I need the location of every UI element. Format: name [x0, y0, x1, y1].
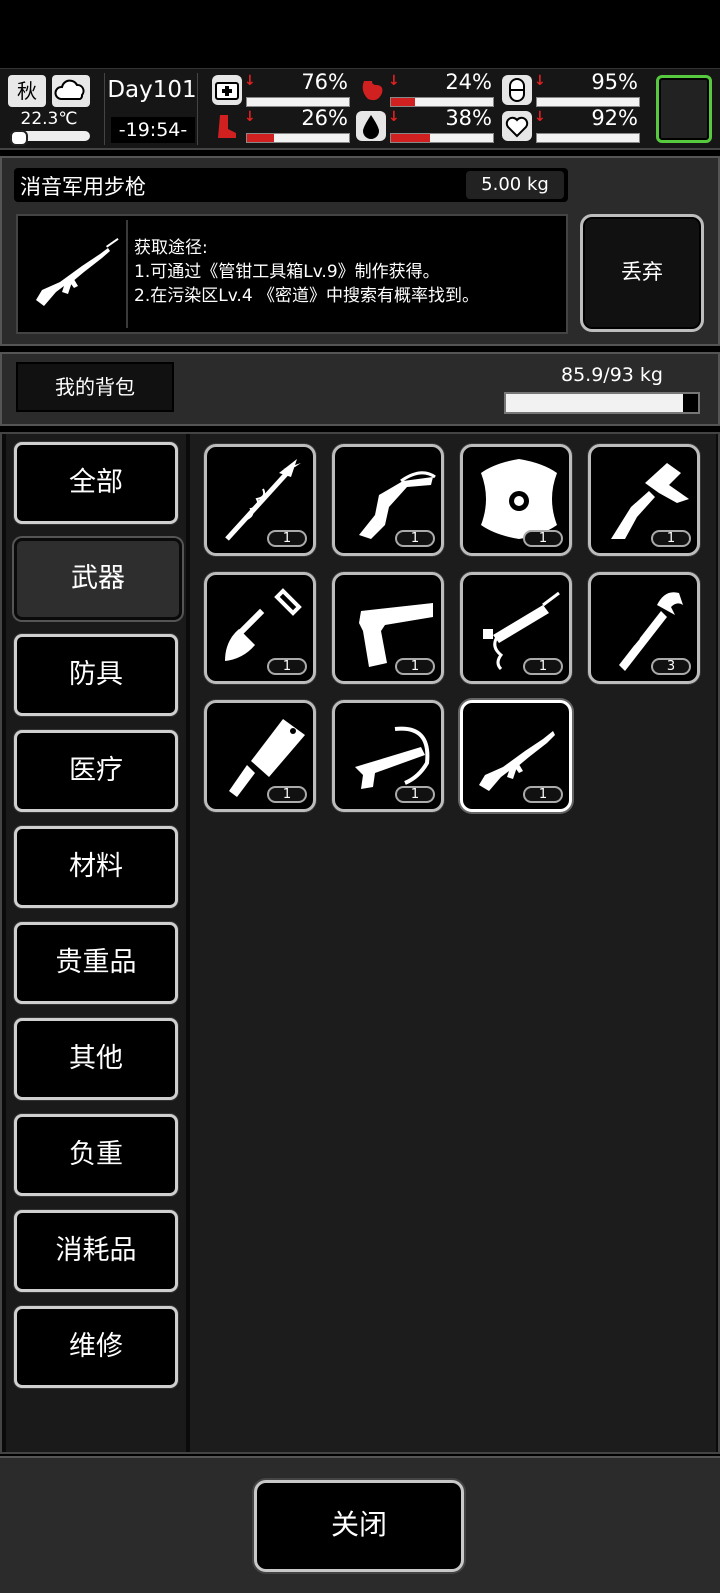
item-weight: 5.00 kg [466, 171, 564, 199]
close-button[interactable]: 关闭 [254, 1480, 464, 1572]
item-slot[interactable]: 1 [204, 444, 316, 556]
rifle-icon [22, 220, 128, 328]
item-slot[interactable]: 1 [332, 700, 444, 812]
status-bar: 秋 22.3℃ Day101 -19:54- ↓ 76% ↓ 24% ↓ 95% [0, 68, 720, 150]
item-count: 1 [395, 786, 435, 803]
stamina-stat: ↓ 26% [212, 106, 352, 143]
item-count: 1 [395, 658, 435, 675]
category-repair[interactable]: 维修 [14, 1306, 178, 1388]
mood-value: 92% [591, 106, 638, 130]
source-line-2: 2.在污染区Lv.4 《密道》中搜索有概率找到。 [134, 286, 480, 306]
backpack-label: 我的背包 [16, 362, 174, 412]
boot-icon [212, 111, 242, 141]
capacity-bar [504, 392, 700, 414]
thirst-value: 38% [445, 106, 492, 130]
health-value: 76% [301, 70, 348, 94]
pill-icon [502, 75, 532, 105]
time-label: -19:54- [111, 117, 195, 143]
day-label: Day101 [107, 77, 197, 103]
item-description-box: 获取途径: 1.可通过《管钳工具箱Lv.9》制作获得。 2.在污染区Lv.4 《… [16, 214, 568, 334]
medicine-value: 95% [591, 70, 638, 94]
category-load[interactable]: 负重 [14, 1114, 178, 1196]
item-count: 1 [267, 658, 307, 675]
item-slot[interactable]: 1 [204, 700, 316, 812]
item-count: 1 [267, 786, 307, 803]
item-count: 1 [651, 530, 691, 547]
item-name: 消音军用步枪 [20, 175, 146, 199]
stamina-value: 26% [301, 106, 348, 130]
temperature-label: 22.3℃ [20, 109, 78, 129]
mood-stat: ↓ 92% [502, 106, 642, 143]
quick-slot-button[interactable] [656, 75, 712, 143]
item-slot[interactable]: 1 [332, 444, 444, 556]
category-all[interactable]: 全部 [14, 442, 178, 524]
season-badge: 秋 [8, 75, 46, 107]
item-slot[interactable]: 1 [460, 444, 572, 556]
source-title: 获取途径: [134, 238, 208, 258]
down-arrow-icon: ↓ [534, 73, 546, 89]
category-armor[interactable]: 防具 [14, 634, 178, 716]
category-other[interactable]: 其他 [14, 1018, 178, 1100]
item-count: 1 [523, 658, 563, 675]
medkit-icon [212, 75, 242, 105]
category-weapons[interactable]: 武器 [14, 538, 182, 620]
category-medical[interactable]: 医疗 [14, 730, 178, 812]
backpack-capacity: 85.9/93 kg [561, 364, 663, 386]
heart-icon [502, 111, 532, 141]
item-count: 3 [651, 658, 691, 675]
category-consumables[interactable]: 消耗品 [14, 1210, 178, 1292]
health-stat: ↓ 76% [212, 70, 352, 107]
source-line-1: 1.可通过《管钳工具箱Lv.9》制作获得。 [134, 262, 440, 282]
hunger-stat: ↓ 24% [356, 70, 496, 107]
item-source-text: 获取途径: 1.可通过《管钳工具箱Lv.9》制作获得。 2.在污染区Lv.4 《… [134, 236, 479, 308]
down-arrow-icon: ↓ [534, 109, 546, 125]
item-slot[interactable]: 1 [588, 444, 700, 556]
inventory-area: 全部 武器 防具 医疗 材料 贵重品 其他 负重 消耗品 维修 1 1 1 1 … [0, 432, 720, 1454]
item-count: 1 [523, 530, 563, 547]
discard-button[interactable]: 丢弃 [580, 214, 704, 332]
item-slot-selected[interactable]: 1 [460, 700, 572, 812]
water-drop-icon [356, 111, 386, 141]
stamina-bar [246, 133, 350, 143]
thirst-stat: ↓ 38% [356, 106, 496, 143]
thirst-bar [390, 133, 494, 143]
cloud-icon [52, 75, 90, 107]
backpack-header: 我的背包 85.9/93 kg [0, 352, 720, 426]
item-slot[interactable]: 1 [332, 572, 444, 684]
bottom-bar: 关闭 [0, 1456, 720, 1593]
item-detail-panel: 消音军用步枪 5.00 kg 获取途径: 1.可通过《管钳工具箱Lv.9》制作获… [0, 156, 720, 346]
item-count: 1 [395, 530, 435, 547]
down-arrow-icon: ↓ [244, 73, 256, 89]
thermometer-icon [10, 130, 90, 146]
item-grid: 1 1 1 1 1 1 1 3 1 1 1 [190, 434, 716, 1452]
medicine-stat: ↓ 95% [502, 70, 642, 107]
category-valuables[interactable]: 贵重品 [14, 922, 178, 1004]
stomach-icon [356, 75, 386, 105]
category-materials[interactable]: 材料 [14, 826, 178, 908]
item-count: 1 [523, 786, 563, 803]
item-name-bar: 消音军用步枪 5.00 kg [14, 168, 568, 202]
day-panel: Day101 -19:54- [104, 73, 198, 145]
down-arrow-icon: ↓ [388, 109, 400, 125]
mood-bar [536, 133, 640, 143]
down-arrow-icon: ↓ [244, 109, 256, 125]
item-slot[interactable]: 3 [588, 572, 700, 684]
item-slot[interactable]: 1 [204, 572, 316, 684]
item-count: 1 [267, 530, 307, 547]
down-arrow-icon: ↓ [388, 73, 400, 89]
item-slot[interactable]: 1 [460, 572, 572, 684]
hunger-value: 24% [445, 70, 492, 94]
category-list: 全部 武器 防具 医疗 材料 贵重品 其他 负重 消耗品 维修 [6, 434, 186, 1452]
